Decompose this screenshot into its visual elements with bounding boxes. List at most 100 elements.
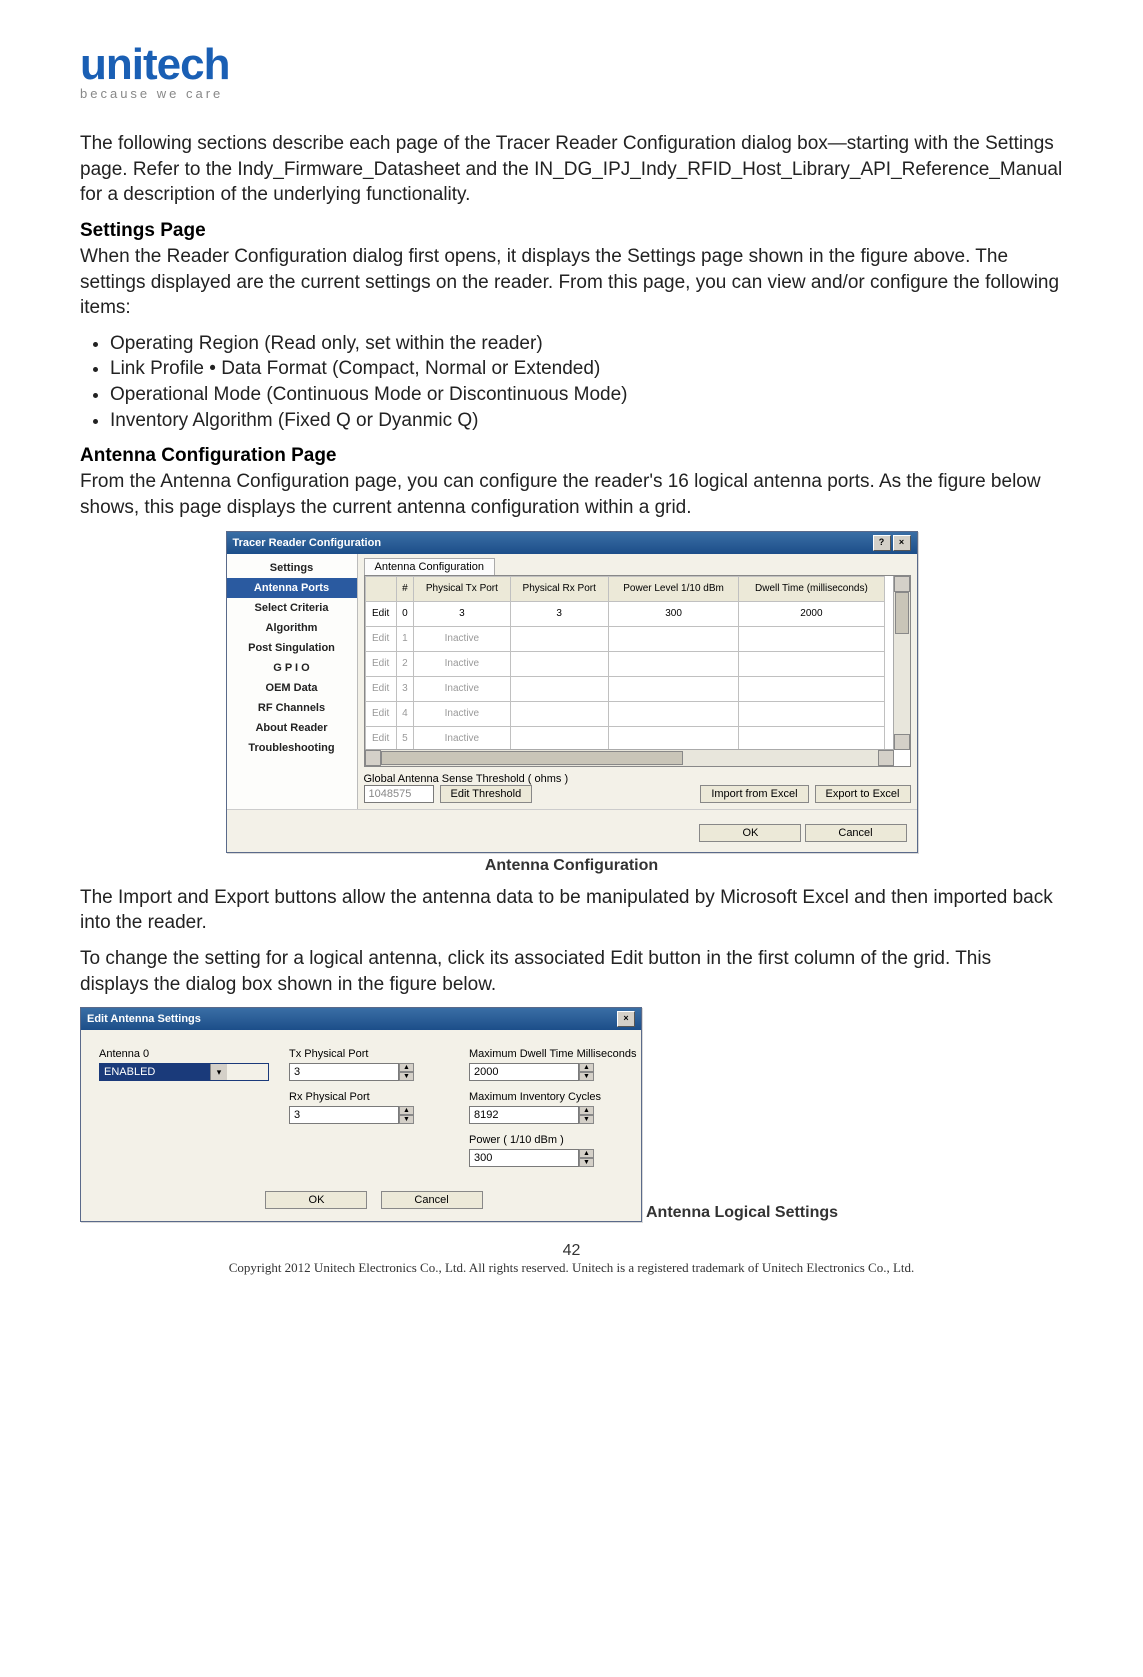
horizontal-scrollbar[interactable] — [365, 749, 894, 766]
tx-cell: Inactive — [414, 651, 511, 676]
scroll-thumb[interactable] — [895, 592, 909, 634]
sidebar-item-troubleshooting[interactable]: Troubleshooting — [227, 738, 357, 758]
enabled-combo[interactable]: ENABLED ▾ — [99, 1063, 269, 1081]
sidebar-item-gpio[interactable]: G P I O — [227, 658, 357, 678]
bullet-item: Operational Mode (Continuous Mode or Dis… — [110, 382, 1063, 408]
number-cell: 1 — [396, 626, 413, 651]
logo: unitech because we care — [80, 40, 1063, 101]
close-button[interactable]: × — [617, 1011, 635, 1027]
dwell-cell — [739, 651, 884, 676]
scroll-left-arrow[interactable] — [365, 750, 381, 766]
antenna-after-para-1: The Import and Export buttons allow the … — [80, 885, 1063, 936]
scroll-thumb[interactable] — [381, 751, 683, 765]
edit-cell-button[interactable]: Edit — [365, 651, 396, 676]
scroll-up-arrow[interactable] — [894, 576, 910, 592]
antenna-after-para-2: To change the setting for a logical ante… — [80, 946, 1063, 997]
help-button[interactable]: ? — [873, 535, 891, 551]
number-cell: 4 — [396, 701, 413, 726]
vertical-scrollbar[interactable] — [893, 576, 910, 750]
spin-down-icon[interactable]: ▼ — [579, 1072, 594, 1081]
spin-up-icon[interactable]: ▲ — [579, 1149, 594, 1158]
import-from-excel-button[interactable]: Import from Excel — [700, 785, 808, 803]
bullet-item: Operating Region (Read only, set within … — [110, 331, 1063, 357]
tx-cell: 3 — [414, 601, 511, 626]
scroll-down-arrow[interactable] — [894, 734, 910, 750]
cycles-spinner[interactable]: 8192 ▲▼ — [469, 1106, 649, 1124]
figure-edit-antenna: Edit Antenna Settings × Antenna 0 ENABLE… — [80, 1007, 1063, 1222]
spin-up-icon[interactable]: ▲ — [579, 1106, 594, 1115]
edit-cell-button[interactable]: Edit — [365, 676, 396, 701]
col-power: Power Level 1/10 dBm — [608, 576, 739, 601]
power-value[interactable]: 300 — [469, 1149, 579, 1167]
number-cell: 3 — [396, 676, 413, 701]
intro-paragraph: The following sections describe each pag… — [80, 131, 1063, 208]
dwell-time-spinner[interactable]: 2000 ▲▼ — [469, 1063, 649, 1081]
enabled-value: ENABLED — [100, 1064, 210, 1080]
tx-port-label: Tx Physical Port — [289, 1048, 449, 1060]
edit-threshold-button[interactable]: Edit Threshold — [440, 785, 533, 803]
figure-caption: Antenna Logical Settings — [646, 1204, 838, 1222]
tab-antenna-configuration[interactable]: Antenna Configuration — [364, 558, 495, 575]
number-cell: 0 — [396, 601, 413, 626]
dwell-time-value[interactable]: 2000 — [469, 1063, 579, 1081]
ok-button[interactable]: OK — [699, 824, 801, 842]
tx-cell: Inactive — [414, 701, 511, 726]
bullet-item: Inventory Algorithm (Fixed Q or Dyanmic … — [110, 408, 1063, 434]
sidebar-item-post-singulation[interactable]: Post Singulation — [227, 638, 357, 658]
sidebar-item-select-criteria[interactable]: Select Criteria — [227, 598, 357, 618]
spin-down-icon[interactable]: ▼ — [399, 1072, 414, 1081]
spin-up-icon[interactable]: ▲ — [579, 1063, 594, 1072]
power-cell — [608, 626, 739, 651]
table-row: Edit0333002000 — [365, 601, 884, 626]
number-cell: 5 — [396, 726, 413, 751]
spin-up-icon[interactable]: ▲ — [399, 1063, 414, 1072]
cancel-button[interactable]: Cancel — [805, 824, 907, 842]
sidebar-item-about-reader[interactable]: About Reader — [227, 718, 357, 738]
edit-cell-button[interactable]: Edit — [365, 701, 396, 726]
dwell-cell: 2000 — [739, 601, 884, 626]
power-label: Power ( 1/10 dBm ) — [469, 1134, 649, 1146]
tx-cell: Inactive — [414, 676, 511, 701]
cycles-value[interactable]: 8192 — [469, 1106, 579, 1124]
close-button[interactable]: × — [893, 535, 911, 551]
sidebar-item-settings[interactable]: Settings — [227, 558, 357, 578]
edit-antenna-settings-dialog: Edit Antenna Settings × Antenna 0 ENABLE… — [80, 1007, 642, 1222]
spin-down-icon[interactable]: ▼ — [579, 1115, 594, 1124]
spin-down-icon[interactable]: ▼ — [579, 1158, 594, 1167]
edit-cell-button[interactable]: Edit — [365, 601, 396, 626]
col-tx: Physical Tx Port — [414, 576, 511, 601]
sidebar-item-antenna-ports[interactable]: Antenna Ports — [227, 578, 357, 598]
tx-port-spinner[interactable]: 3 ▲▼ — [289, 1063, 449, 1081]
settings-paragraph: When the Reader Configuration dialog fir… — [80, 244, 1063, 321]
export-to-excel-button[interactable]: Export to Excel — [815, 785, 911, 803]
power-cell — [608, 726, 739, 751]
rx-port-value[interactable]: 3 — [289, 1106, 399, 1124]
bullet-item: Link Profile • Data Format (Compact, Nor… — [110, 356, 1063, 382]
tx-cell: Inactive — [414, 626, 511, 651]
rx-port-spinner[interactable]: 3 ▲▼ — [289, 1106, 449, 1124]
cycles-label: Maximum Inventory Cycles — [469, 1091, 649, 1103]
dwell-cell — [739, 626, 884, 651]
cancel-button[interactable]: Cancel — [381, 1191, 483, 1209]
power-cell — [608, 651, 739, 676]
sidebar-item-rf-channels[interactable]: RF Channels — [227, 698, 357, 718]
sidebar-item-algorithm[interactable]: Algorithm — [227, 618, 357, 638]
scroll-right-arrow[interactable] — [878, 750, 894, 766]
power-spinner[interactable]: 300 ▲▼ — [469, 1149, 649, 1167]
edit-cell-button[interactable]: Edit — [365, 626, 396, 651]
ok-button[interactable]: OK — [265, 1191, 367, 1209]
dwell-cell — [739, 701, 884, 726]
spin-up-icon[interactable]: ▲ — [399, 1106, 414, 1115]
edit-cell-button[interactable]: Edit — [365, 726, 396, 751]
rx-cell — [510, 701, 608, 726]
col-dwell: Dwell Time (milliseconds) — [739, 576, 884, 601]
number-cell: 2 — [396, 651, 413, 676]
spin-down-icon[interactable]: ▼ — [399, 1115, 414, 1124]
rx-cell — [510, 726, 608, 751]
tx-port-value[interactable]: 3 — [289, 1063, 399, 1081]
rx-cell — [510, 651, 608, 676]
logo-text: unitech — [80, 40, 1063, 90]
sidebar-item-oem-data[interactable]: OEM Data — [227, 678, 357, 698]
table-row: Edit1Inactive — [365, 626, 884, 651]
chevron-down-icon[interactable]: ▾ — [210, 1064, 227, 1080]
